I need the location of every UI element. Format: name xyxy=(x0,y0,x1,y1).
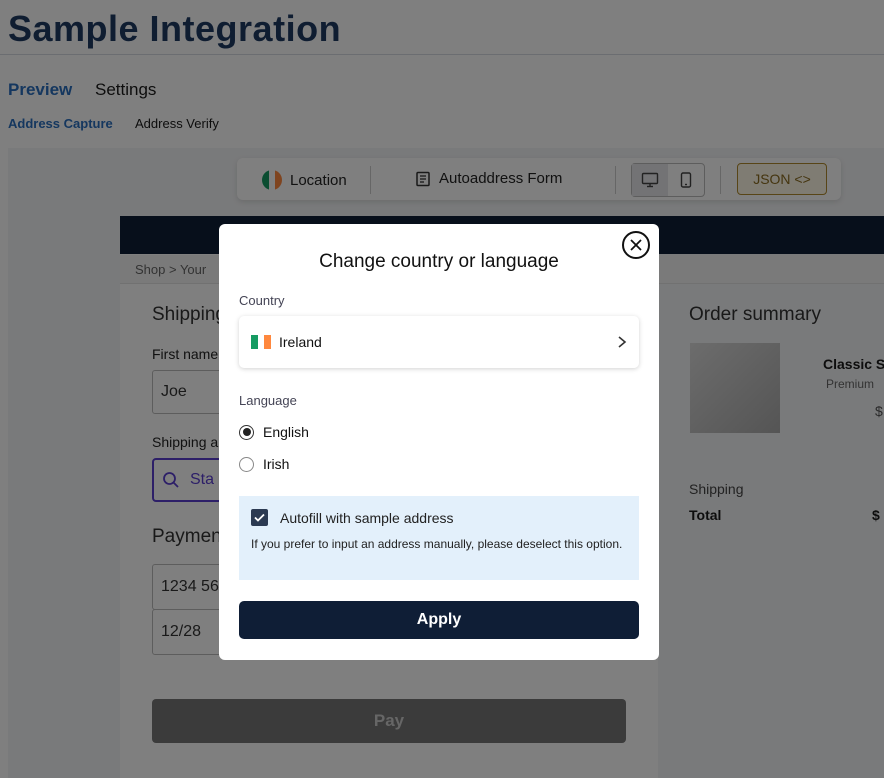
radio-irish[interactable] xyxy=(239,456,254,472)
country-select[interactable]: Ireland xyxy=(239,316,639,368)
language-option-label: Irish xyxy=(263,456,290,472)
chevron-right-icon xyxy=(618,336,627,348)
dialog-title: Change country or language xyxy=(319,251,559,272)
country-label: Country xyxy=(239,293,285,308)
autofill-label: Autofill with sample address xyxy=(280,509,454,526)
check-icon xyxy=(254,513,265,522)
language-label: Language xyxy=(239,393,297,408)
close-button[interactable] xyxy=(622,231,650,259)
close-icon xyxy=(630,239,642,251)
autofill-checkbox-row[interactable]: Autofill with sample address xyxy=(251,509,627,526)
autofill-help-text: If you prefer to input an address manual… xyxy=(251,537,623,551)
language-option-english[interactable]: English xyxy=(239,424,309,440)
autofill-checkbox[interactable] xyxy=(251,509,268,526)
radio-english[interactable] xyxy=(239,424,254,440)
country-language-dialog xyxy=(219,224,659,660)
ireland-flag-icon xyxy=(251,335,272,349)
language-option-label: English xyxy=(263,424,309,440)
apply-button[interactable]: Apply xyxy=(239,601,639,639)
language-option-irish[interactable]: Irish xyxy=(239,456,289,472)
autofill-panel: Autofill with sample address If you pref… xyxy=(239,496,639,580)
country-value: Ireland xyxy=(279,334,322,350)
